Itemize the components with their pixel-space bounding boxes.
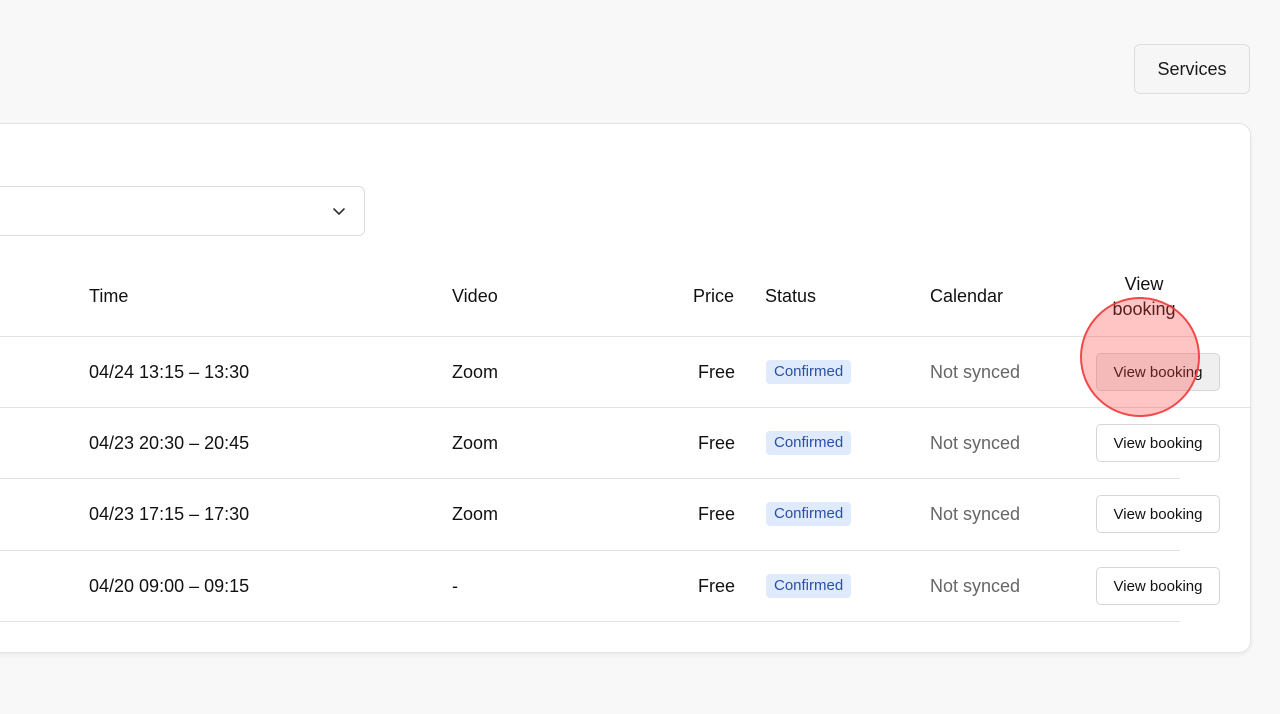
row-divider [0, 407, 1250, 408]
filter-select[interactable] [0, 186, 365, 236]
chevron-down-icon [333, 208, 345, 215]
row-time: 04/20 09:00 – 09:15 [89, 576, 250, 596]
view-booking-button[interactable]: View booking [1096, 424, 1220, 462]
view-booking-button[interactable]: View booking [1096, 495, 1220, 533]
column-header-view-line2: booking [1112, 299, 1176, 319]
row-calendar: Not synced [930, 576, 1021, 596]
row-video: Zoom [452, 433, 499, 453]
row-divider [0, 550, 1180, 551]
row-time: 04/24 13:15 – 13:30 [89, 362, 250, 382]
row-calendar: Not synced [930, 504, 1021, 524]
row-time: 04/23 17:15 – 17:30 [89, 504, 250, 524]
row-video: - [452, 576, 458, 596]
row-price: Free [697, 576, 735, 596]
view-booking-button[interactable]: View booking [1096, 353, 1220, 391]
column-header-price: Price [693, 286, 735, 306]
column-header-view-line1: View [1124, 274, 1164, 294]
column-header-calendar: Calendar [930, 286, 1004, 306]
row-calendar: Not synced [930, 433, 1021, 453]
row-price: Free [697, 362, 735, 382]
row-divider [0, 478, 1180, 479]
status-badge: Confirmed [766, 502, 852, 526]
row-video: Zoom [452, 504, 499, 524]
status-badge: Confirmed [766, 574, 852, 598]
header-divider [0, 336, 1250, 337]
column-header-view-booking: View booking [1090, 272, 1198, 322]
row-price: Free [697, 504, 735, 524]
services-button[interactable]: Services [1134, 44, 1250, 94]
column-header-status: Status [765, 286, 817, 306]
row-divider [0, 621, 1180, 622]
status-badge: Confirmed [766, 360, 852, 384]
row-calendar: Not synced [930, 362, 1021, 382]
column-header-time: Time [89, 286, 129, 306]
row-time: 04/23 20:30 – 20:45 [89, 433, 250, 453]
view-booking-button[interactable]: View booking [1096, 567, 1220, 605]
row-price: Free [697, 433, 735, 453]
row-video: Zoom [452, 362, 499, 382]
column-header-video: Video [452, 286, 498, 306]
status-badge: Confirmed [766, 431, 852, 455]
